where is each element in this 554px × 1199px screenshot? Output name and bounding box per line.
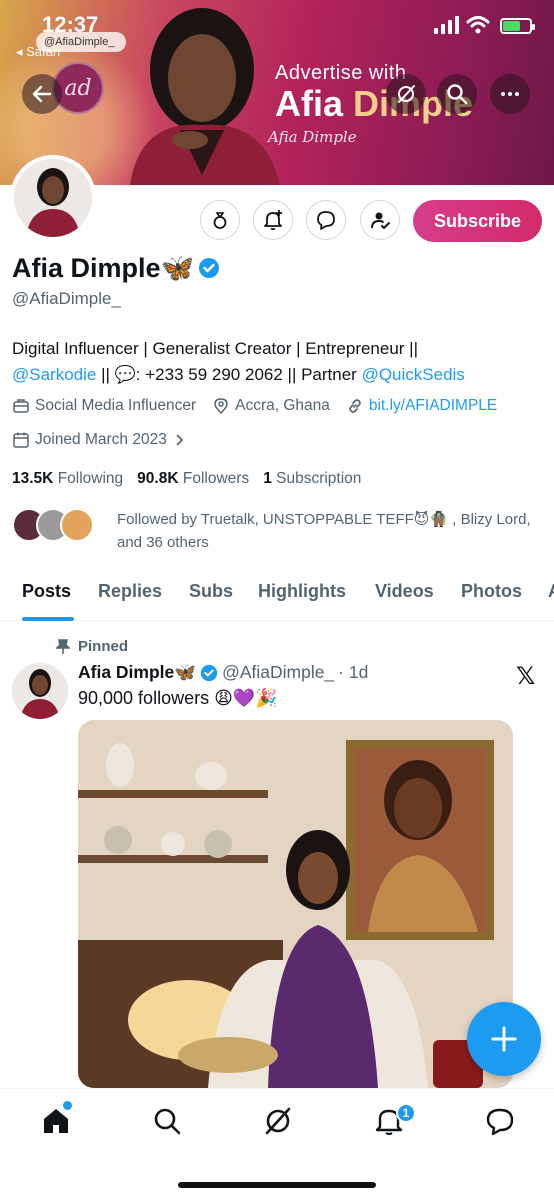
post-author-name[interactable]: Afia Dimple🦋 <box>78 662 196 683</box>
followed-by-avatars[interactable] <box>12 508 94 542</box>
notifications-button[interactable] <box>253 200 293 240</box>
search-icon[interactable] <box>151 1105 183 1137</box>
avatar-image <box>14 159 92 237</box>
post-photo <box>78 720 513 1088</box>
website[interactable]: bit.ly/AFIADIMPLE <box>346 397 497 415</box>
back-arrow-icon <box>32 85 52 103</box>
grok-button[interactable] <box>386 74 426 114</box>
followed-by-text[interactable]: Followed by Truetalk, UNSTOPPABLE TEFF😈🧌… <box>117 508 537 554</box>
category: Social Media Influencer <box>12 397 196 415</box>
pin-icon <box>56 638 70 654</box>
subscriptions-link[interactable]: 1 Subscription <box>263 470 361 488</box>
more-button[interactable] <box>490 74 530 114</box>
location: Accra, Ghana <box>212 397 330 415</box>
profile-name: Afia Dimple🦋 <box>12 252 220 284</box>
bottom-nav: 1 <box>0 1088 554 1199</box>
active-tab-indicator <box>22 617 74 621</box>
link-icon <box>349 399 361 413</box>
follow-counts: 13.5K Following 90.8K Followers 1 Subscr… <box>12 470 361 488</box>
message-button[interactable] <box>306 200 346 240</box>
battery-icon <box>500 18 535 34</box>
mention-quicksedis[interactable]: @QuickSedis <box>362 365 465 384</box>
joined-date[interactable]: Joined March 2023 <box>12 431 186 449</box>
profile-handle: @AfiaDimple_ <box>12 289 121 308</box>
messages-icon[interactable] <box>484 1105 516 1137</box>
wifi-icon <box>466 16 490 34</box>
avatar <box>60 508 94 542</box>
chevron-right-icon <box>176 434 183 446</box>
verified-badge-icon <box>199 258 220 278</box>
mention-sarkodie[interactable]: @Sarkodie <box>12 365 96 384</box>
tab-replies[interactable]: Replies <box>98 581 162 602</box>
post-author-avatar[interactable] <box>12 663 68 719</box>
message-icon <box>317 211 335 230</box>
briefcase-icon <box>13 399 29 413</box>
tab-posts[interactable]: Posts <box>22 581 71 602</box>
status-bar: 12:37 @AfiaDimple_ ◂ Safari <box>0 10 554 59</box>
profile-avatar[interactable] <box>10 155 96 241</box>
followers-link[interactable]: 90.8K Followers <box>137 470 249 488</box>
tab-articles[interactable]: A <box>548 581 554 602</box>
back-button[interactable] <box>22 74 62 114</box>
search-button[interactable] <box>437 74 477 114</box>
post-time[interactable]: · 1d <box>338 662 368 683</box>
tab-photos[interactable]: Photos <box>461 581 522 602</box>
grok-icon <box>398 85 415 103</box>
notification-add-icon <box>264 210 282 231</box>
follow-check-icon <box>371 212 390 230</box>
following-button[interactable] <box>360 200 400 240</box>
money-bag-icon <box>213 212 227 229</box>
more-icon <box>501 92 519 96</box>
post-header: Afia Dimple🦋 @AfiaDimple_ · 1d <box>78 662 368 683</box>
location-pin-icon <box>214 398 228 415</box>
tab-subs[interactable]: Subs <box>189 581 233 602</box>
plus-icon <box>491 1026 517 1052</box>
subscribe-button[interactable]: Subscribe <box>413 200 542 242</box>
banner-signature: Afia Dimple <box>268 128 357 146</box>
home-indicator <box>178 1182 376 1188</box>
x-logo-icon[interactable]: 𝕏 <box>516 662 535 691</box>
tab-videos[interactable]: Videos <box>375 581 434 602</box>
verified-badge-icon <box>200 664 218 681</box>
home-unread-dot <box>63 1101 72 1110</box>
notifications-badge: 1 <box>396 1103 416 1123</box>
following-link[interactable]: 13.5K Following <box>12 470 123 488</box>
back-to-safari[interactable]: ◂ Safari <box>16 44 60 60</box>
compose-post-button[interactable] <box>467 1002 541 1076</box>
pinned-label: Pinned <box>56 638 128 655</box>
signal-icon <box>434 16 459 34</box>
search-icon <box>447 84 468 105</box>
post-text: 90,000 followers 😩💜🎉 <box>78 688 278 708</box>
grok-icon[interactable] <box>262 1105 294 1137</box>
profile-name-text: Afia Dimple🦋 <box>12 253 195 283</box>
tip-button[interactable] <box>200 200 240 240</box>
calendar-icon <box>13 432 29 448</box>
profile-tabs: Posts Replies Subs Highlights Videos Pho… <box>0 575 554 621</box>
avatar-image <box>12 663 68 719</box>
post-author-handle[interactable]: @AfiaDimple_ <box>222 662 334 683</box>
profile-meta-row: Social Media Influencer Accra, Ghana bit… <box>12 397 513 415</box>
tab-highlights[interactable]: Highlights <box>258 581 346 602</box>
website-link[interactable]: bit.ly/AFIADIMPLE <box>369 397 497 415</box>
joined-row[interactable]: Joined March 2023 <box>12 431 202 449</box>
profile-bio: Digital Influencer | Generalist Creator … <box>12 339 465 384</box>
post-image[interactable] <box>78 720 513 1088</box>
